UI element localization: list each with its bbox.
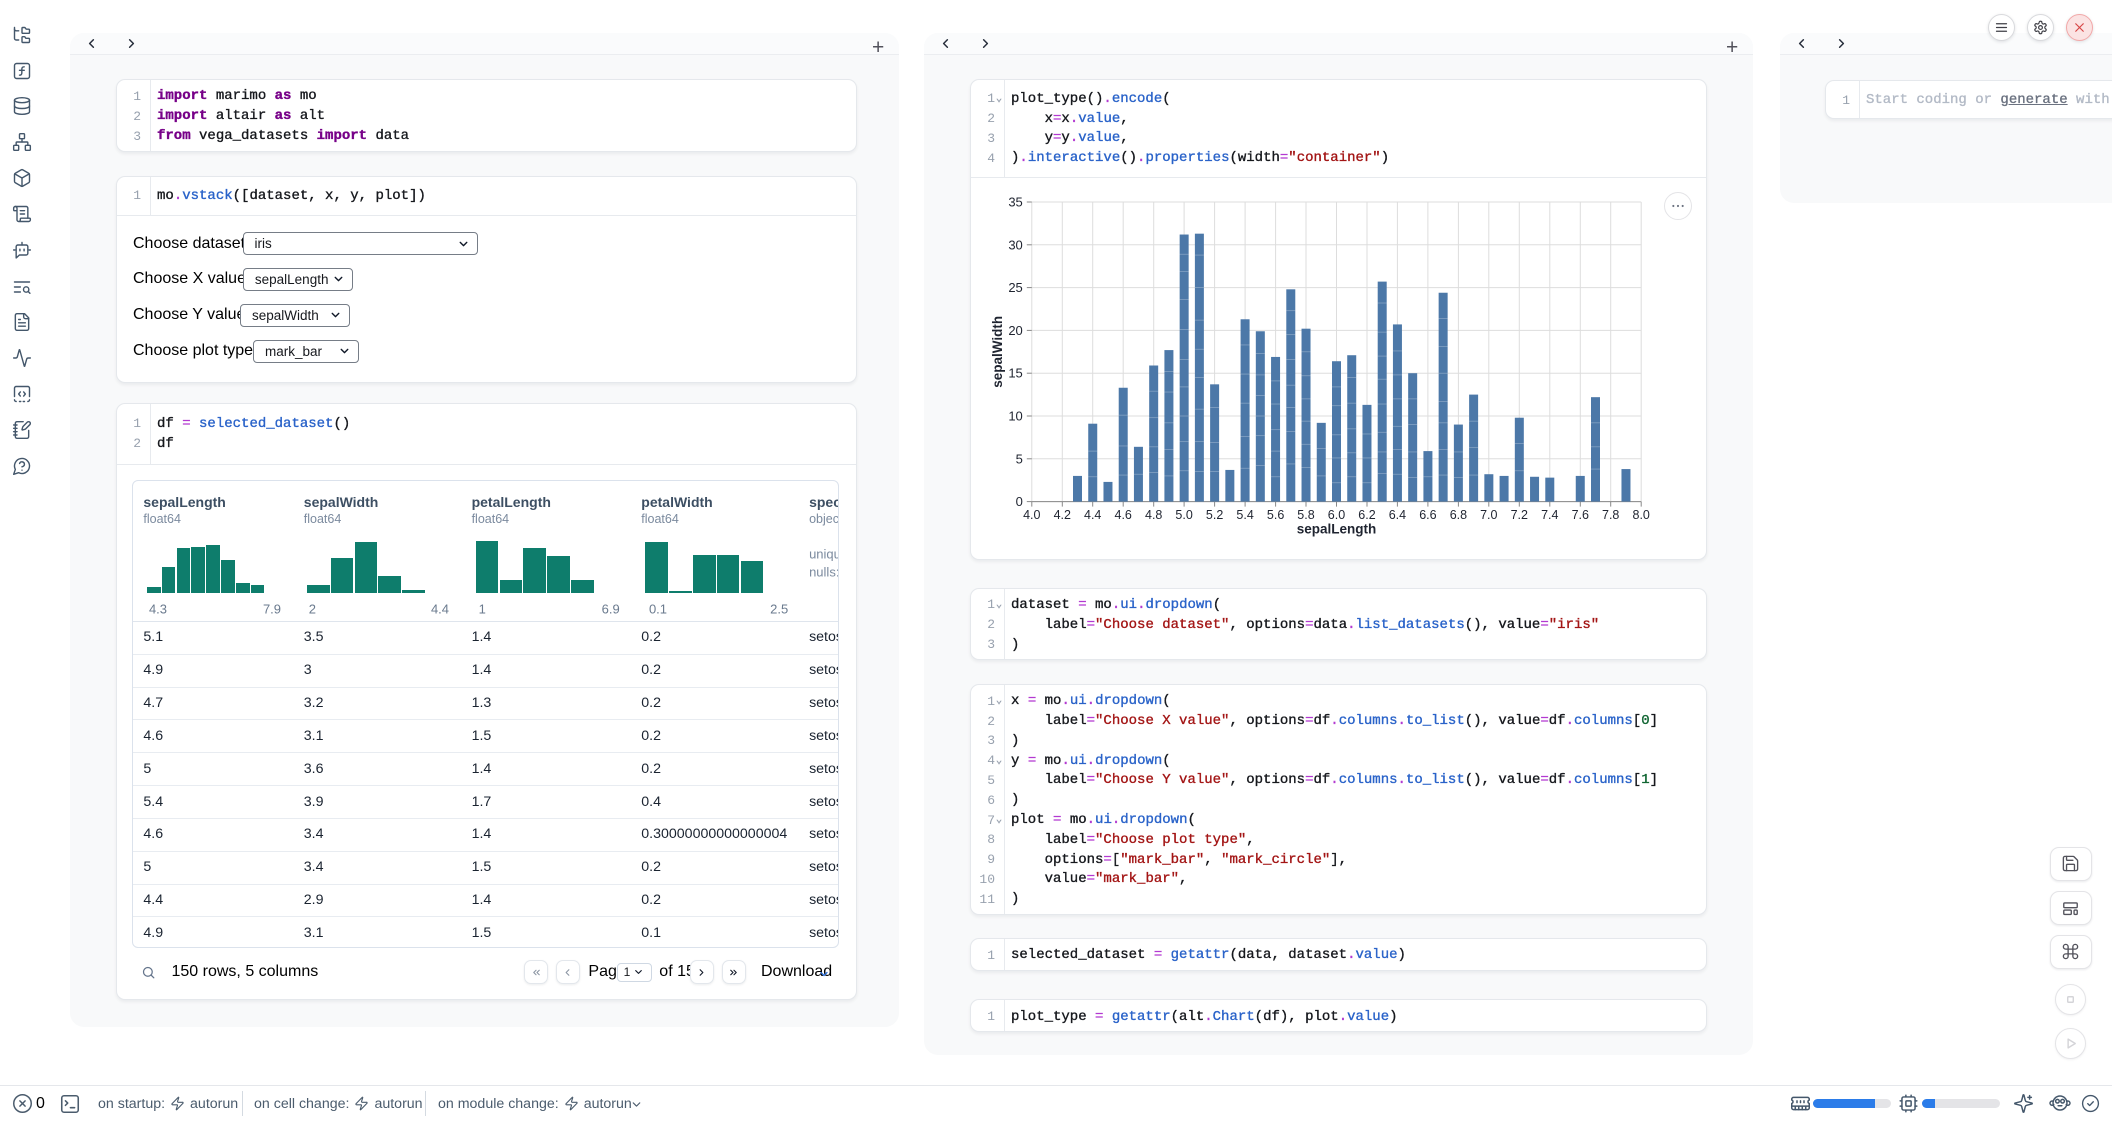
svg-text:7.6: 7.6 (1572, 508, 1589, 522)
svg-text:4.6: 4.6 (1115, 508, 1132, 522)
svg-text:0: 0 (1016, 494, 1023, 509)
svg-text:6.4: 6.4 (1389, 508, 1406, 522)
svg-text:7.4: 7.4 (1541, 508, 1558, 522)
svg-text:25: 25 (1008, 280, 1022, 295)
svg-text:5.4: 5.4 (1236, 508, 1253, 522)
svg-text:10: 10 (1008, 409, 1022, 424)
svg-text:6.2: 6.2 (1358, 508, 1375, 522)
svg-text:5: 5 (1016, 451, 1023, 466)
svg-text:30: 30 (1008, 237, 1022, 252)
svg-text:4.4: 4.4 (1084, 508, 1101, 522)
svg-text:6.0: 6.0 (1328, 508, 1345, 522)
svg-text:sepalWidth: sepalWidth (990, 316, 1005, 388)
svg-text:4.2: 4.2 (1054, 508, 1071, 522)
svg-text:4.8: 4.8 (1145, 508, 1162, 522)
svg-text:35: 35 (1008, 195, 1022, 210)
svg-text:sepalLength: sepalLength (1297, 522, 1377, 537)
svg-text:6.8: 6.8 (1450, 508, 1467, 522)
svg-text:5.8: 5.8 (1297, 508, 1314, 522)
svg-text:8.0: 8.0 (1633, 508, 1650, 522)
svg-text:5.0: 5.0 (1175, 508, 1192, 522)
svg-text:7.0: 7.0 (1480, 508, 1497, 522)
svg-text:7.8: 7.8 (1602, 508, 1619, 522)
svg-text:6.6: 6.6 (1419, 508, 1436, 522)
svg-text:20: 20 (1008, 323, 1022, 338)
svg-text:4.0: 4.0 (1023, 508, 1040, 522)
svg-text:7.2: 7.2 (1511, 508, 1528, 522)
svg-text:5.6: 5.6 (1267, 508, 1284, 522)
svg-text:15: 15 (1008, 366, 1022, 381)
svg-text:5.2: 5.2 (1206, 508, 1223, 522)
